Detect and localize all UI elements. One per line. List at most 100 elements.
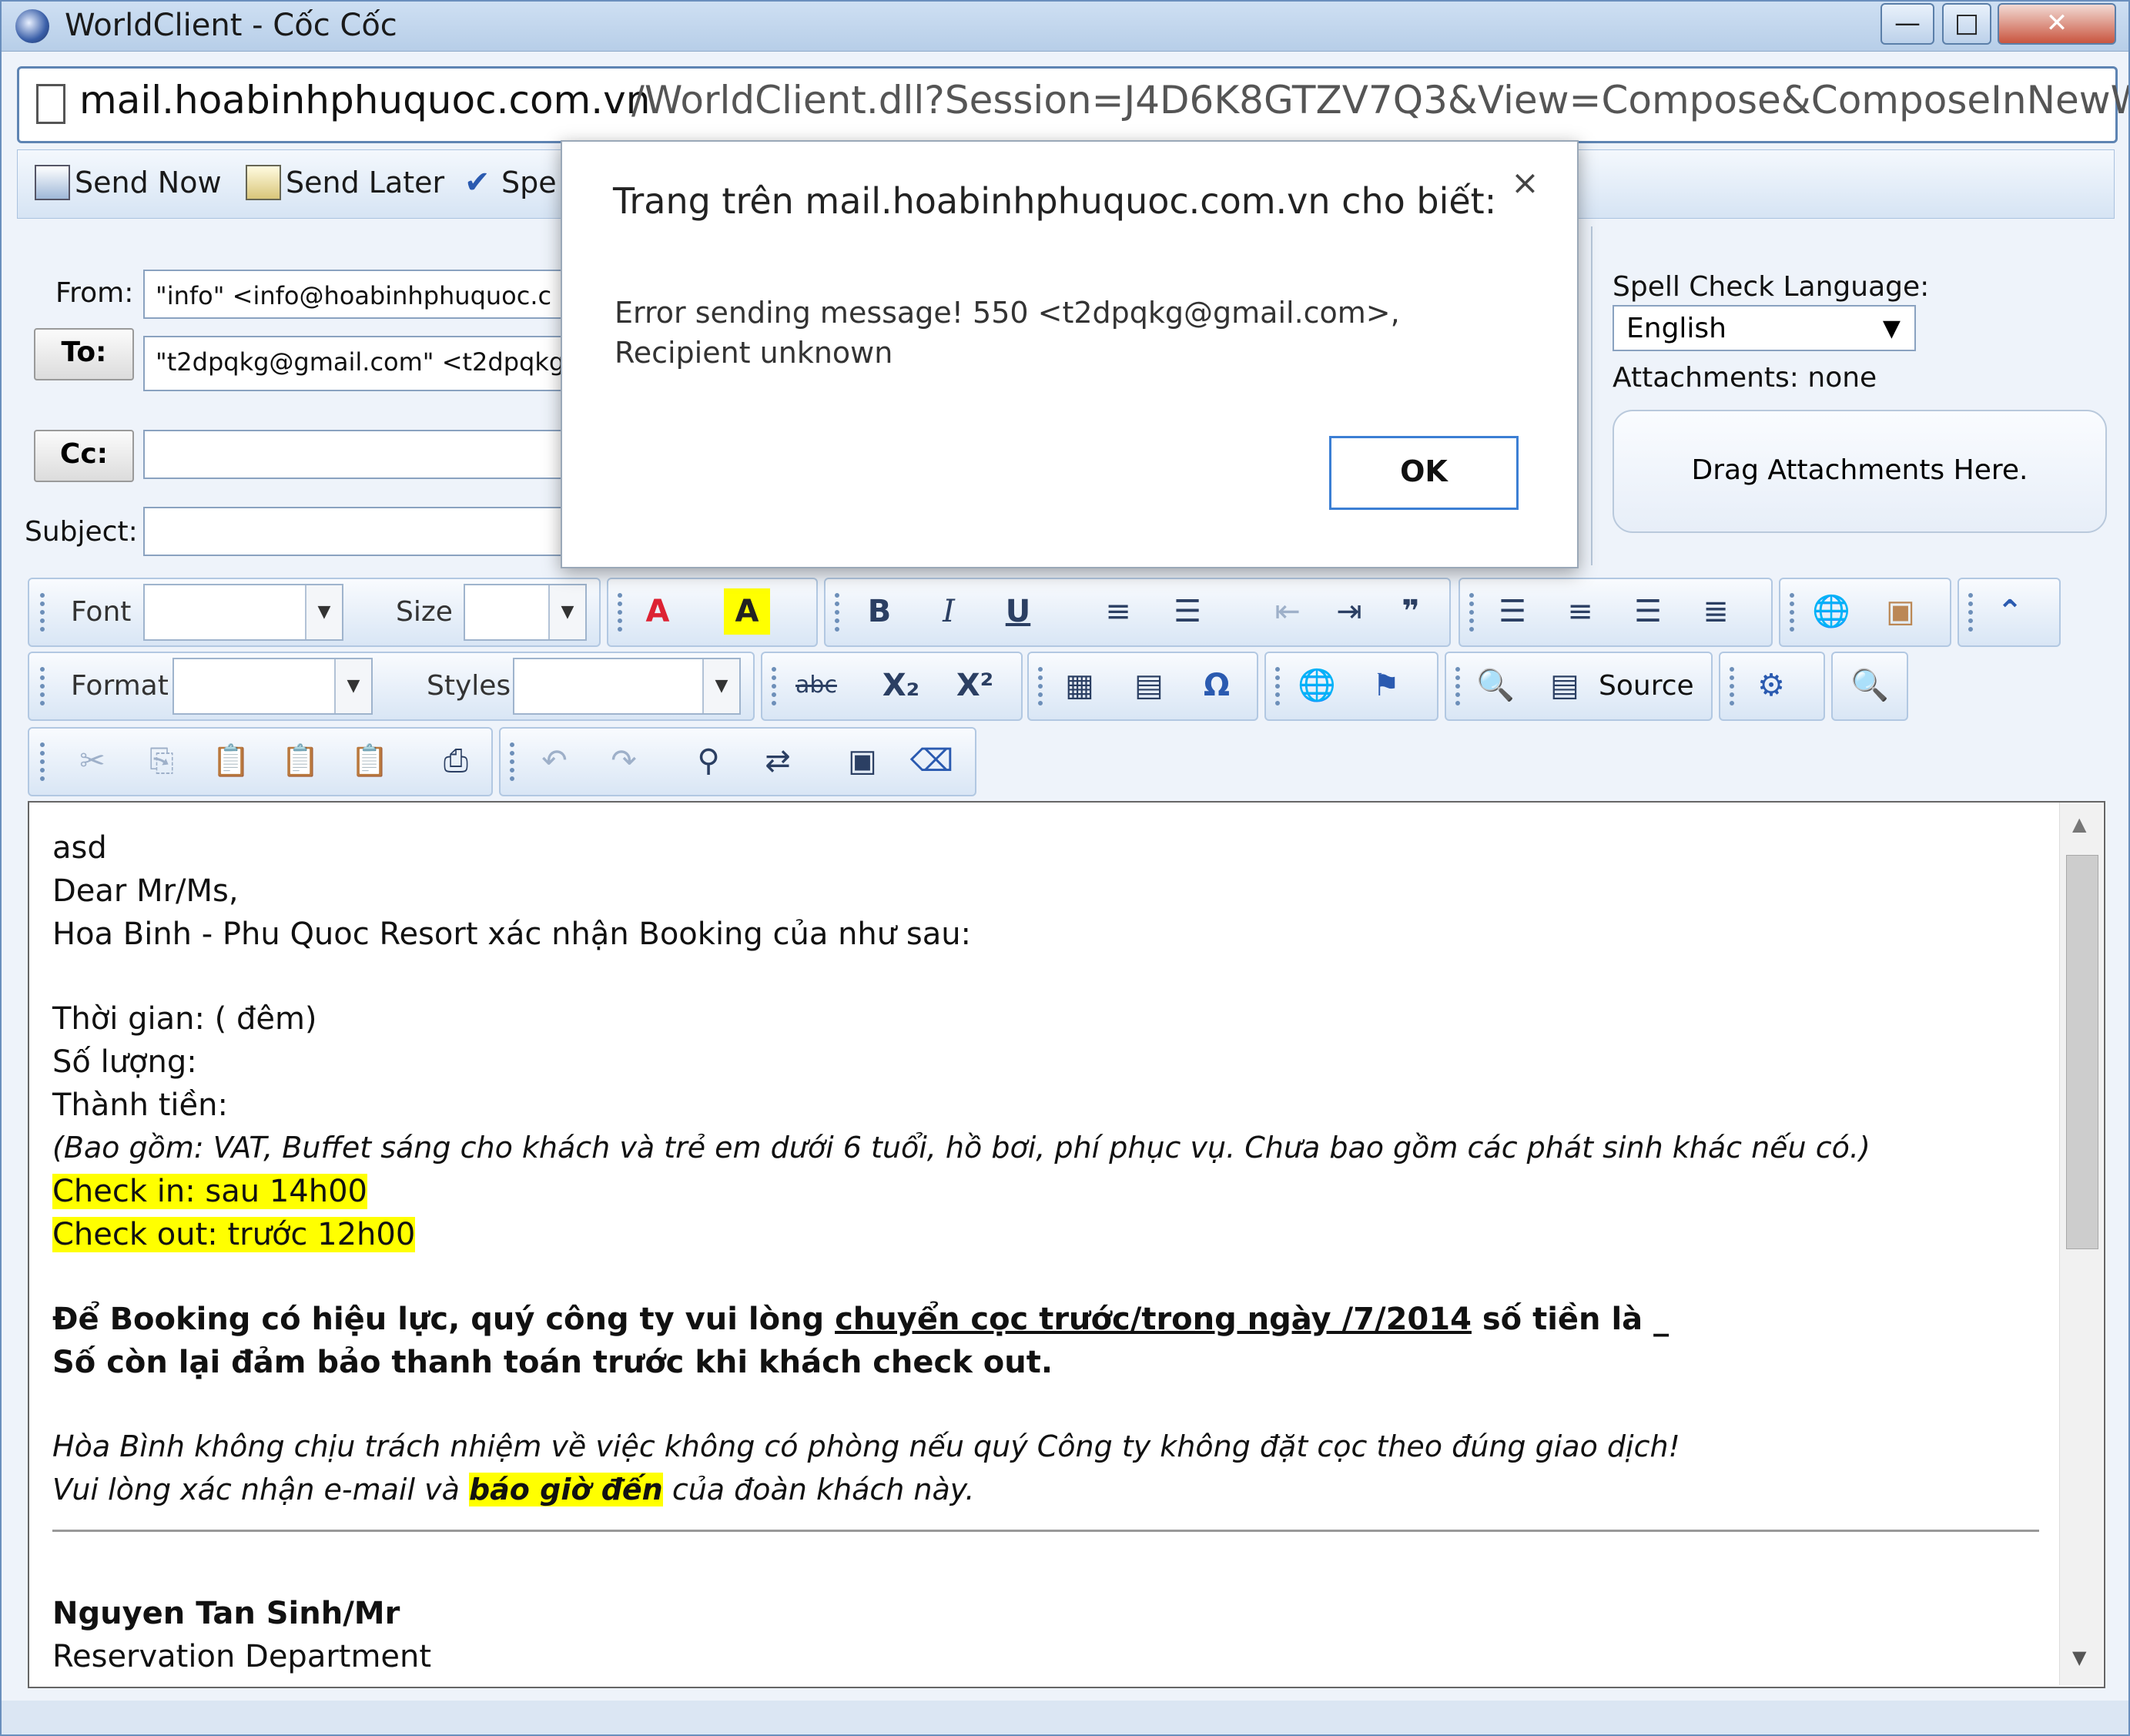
format-toolbar-group: B I U ≡ ☰ ⇤ ⇥ ❞ [824, 578, 1451, 647]
select-all-icon[interactable]: ▣ [839, 738, 886, 784]
background-color-icon[interactable]: A [724, 588, 770, 635]
send-now-button[interactable]: Send Now [35, 159, 222, 206]
paste-icon[interactable]: 📋 [208, 738, 254, 784]
scroll-up-icon[interactable]: ▲ [2072, 813, 2086, 835]
link-globe-icon[interactable]: 🌐 [1808, 588, 1854, 635]
toolbar-grip [618, 593, 627, 632]
confirm-text: Vui lòng xác nhận e-mail và [52, 1473, 469, 1506]
print-icon[interactable]: ⎙ [433, 738, 479, 784]
maximize-button[interactable]: □ [1942, 3, 1991, 45]
toolbar-grip [40, 667, 49, 705]
send-later-icon [246, 165, 281, 200]
font-combo[interactable]: ▼ [143, 584, 343, 641]
replace-icon[interactable]: ⇄ [755, 738, 801, 784]
ok-button[interactable]: OK [1329, 436, 1519, 510]
font-color-icon[interactable]: A [635, 588, 681, 635]
toolbar-grip [1790, 593, 1799, 632]
send-later-label: Send Later [286, 166, 445, 199]
deposit-text: Để Booking có hiệu lực, quý công ty vui … [52, 1302, 836, 1337]
chevron-down-icon: ▼ [548, 585, 585, 639]
url-path: /WorldClient.dll?Session=J4D6K8GTZV7Q3&V… [631, 78, 2130, 122]
source-doc-icon[interactable]: ▤ [1542, 662, 1588, 709]
justify-icon[interactable]: ≣ [1693, 588, 1739, 635]
spell-check-button[interactable]: ✔ Spe [464, 159, 557, 206]
toolbar-grip [1275, 667, 1284, 705]
spell-check-label: Spe [501, 166, 557, 199]
edit-toolbar-group: ↶ ↷ ⚲ ⇄ ▣ ⌫ [499, 727, 976, 796]
cut-icon[interactable]: ✂ [69, 738, 116, 784]
bullet-list-icon[interactable]: ☰ [1164, 588, 1211, 635]
toolbar-grip [835, 593, 844, 632]
body-line: Hoa Binh - Phu Quoc Resort xác nhận Book… [52, 917, 972, 952]
to-field[interactable]: "t2dpqkg@gmail.com" <t2dpqkg [143, 336, 574, 391]
confirm-text-end: của đoàn khách này. [662, 1473, 975, 1506]
toolbar-grip [1038, 667, 1047, 705]
superscript-icon[interactable]: X² [944, 662, 1006, 709]
numbered-list-icon[interactable]: ≡ [1095, 588, 1141, 635]
find-binoculars-icon[interactable]: ⚲ [685, 738, 732, 784]
blockquote-icon[interactable]: ❞ [1388, 588, 1434, 635]
anchor-flag-icon[interactable]: ⚑ [1363, 662, 1409, 709]
indent-icon[interactable]: ⇥ [1326, 588, 1372, 635]
close-window-button[interactable]: ✕ [1998, 3, 2116, 45]
outdent-icon[interactable]: ⇤ [1264, 588, 1311, 635]
preview-icon[interactable]: 🔍 [1472, 662, 1519, 709]
toolbar-grip [510, 742, 519, 781]
spell-lang-value: English [1626, 313, 1726, 344]
chevron-down-icon: ▼ [702, 659, 739, 713]
title-bar: WorldClient - Cốc Cốc — □ ✕ [0, 0, 2130, 52]
cc-field[interactable] [143, 430, 574, 479]
confirm-line: Vui lòng xác nhận e-mail và báo giờ đến … [52, 1473, 974, 1506]
table-toolbar-group: ▦ ▤ Ω [1027, 652, 1258, 721]
cc-button[interactable]: Cc: [34, 430, 134, 482]
font-toolbar-group: Font ▼ Size ▼ [28, 578, 601, 647]
editor-scrollbar[interactable]: ▲ ▼ [2059, 803, 2103, 1685]
spell-lang-select[interactable]: English ▼ [1613, 305, 1916, 351]
address-bar[interactable]: mail.hoabinhphuquoc.com.vn /WorldClient.… [17, 66, 2130, 143]
align-left-icon[interactable]: ☰ [1489, 588, 1536, 635]
dropdown-arrow-icon: ▼ [1882, 315, 1901, 342]
underline-icon[interactable]: U [995, 588, 1041, 635]
scroll-thumb[interactable] [2066, 855, 2098, 1249]
italic-icon[interactable]: I [926, 588, 972, 635]
horizontal-rule-icon[interactable]: ▤ [1126, 662, 1172, 709]
strikethrough-icon[interactable]: abc [785, 662, 847, 709]
bold-icon[interactable]: B [856, 588, 903, 635]
maximize-editor-icon[interactable]: ⚙ [1748, 662, 1794, 709]
undo-icon[interactable]: ↶ [531, 738, 578, 784]
styles-combo[interactable]: ▼ [513, 658, 741, 715]
special-char-icon[interactable]: Ω [1194, 662, 1240, 709]
font-label: Font [71, 596, 132, 628]
table-icon[interactable]: ▦ [1057, 662, 1103, 709]
to-button[interactable]: To: [34, 328, 134, 380]
paste-word-icon[interactable]: 📋 [347, 738, 393, 784]
find-doc-icon[interactable]: 🔍 [1847, 662, 1893, 709]
size-combo[interactable]: ▼ [464, 584, 587, 641]
dialog-close-icon[interactable]: × [1511, 163, 1539, 203]
toolbar-grip [1730, 667, 1739, 705]
align-right-icon[interactable]: ☰ [1625, 588, 1671, 635]
align-center-icon[interactable]: ≡ [1557, 588, 1603, 635]
paste-text-icon[interactable]: 📋 [277, 738, 323, 784]
spell-check-icon: ✔ [464, 165, 491, 200]
anchor-toolbar-group: 🌐 ⚑ [1264, 652, 1438, 721]
chevron-down-icon: ▼ [305, 585, 342, 639]
subscript-icon[interactable]: X₂ [870, 662, 932, 709]
format-combo[interactable]: ▼ [172, 658, 373, 715]
scroll-down-icon[interactable]: ▼ [2072, 1647, 2086, 1668]
from-field[interactable]: "info" <info@hoabinhphuquoc.c [143, 270, 574, 319]
source-button[interactable]: Source [1599, 670, 1694, 702]
drag-attachments-zone[interactable]: Drag Attachments Here. [1613, 410, 2107, 533]
subject-field[interactable] [143, 507, 574, 556]
unlink-icon[interactable]: 🌐 [1294, 662, 1340, 709]
redo-icon[interactable]: ↷ [601, 738, 647, 784]
minimize-button[interactable]: — [1880, 3, 1934, 45]
send-later-button[interactable]: Send Later [246, 159, 444, 206]
toolbar-grip [40, 593, 49, 632]
remove-format-eraser-icon[interactable]: ⌫ [909, 738, 955, 784]
message-editor[interactable]: asd Dear Mr/Ms, Hoa Binh - Phu Quoc Reso… [28, 801, 2105, 1688]
image-icon[interactable]: ▣ [1877, 588, 1924, 635]
send-now-label: Send Now [75, 166, 222, 199]
collapse-toolbar-icon[interactable]: ⌃ [1987, 588, 2033, 635]
copy-icon[interactable]: ⎘ [139, 738, 185, 784]
